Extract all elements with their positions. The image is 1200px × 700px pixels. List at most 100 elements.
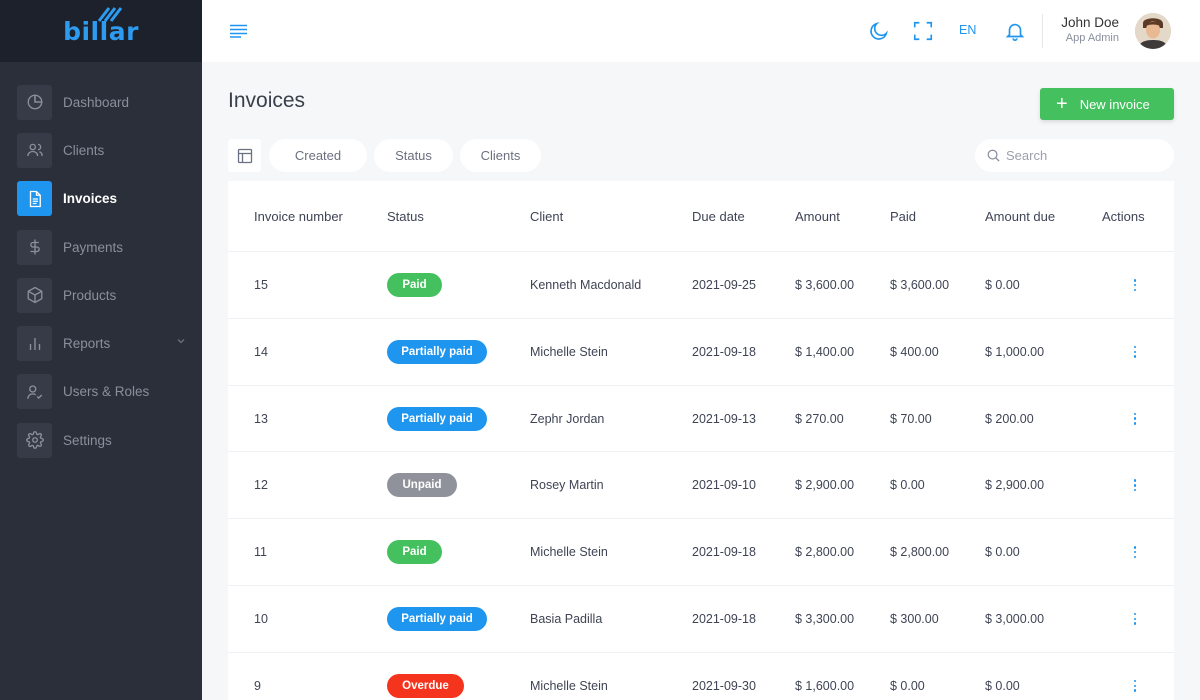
invoice-number: 9 [254,678,261,693]
column-header-amount-due[interactable]: Amount due [985,209,1055,224]
column-header-actions: Actions [1102,209,1145,224]
sidebar-item-label: Products [63,287,117,303]
invoice-number: 14 [254,344,268,359]
users-icon [17,132,52,168]
table-row[interactable]: 9 Overdue Michelle Stein 2021-09-30 $ 1,… [228,653,1174,700]
chevron-down-icon [177,339,185,344]
row-actions-kebab-icon[interactable] [1131,345,1139,359]
user-avatar-icon [1135,13,1171,49]
amount-due: $ 0.00 [985,545,1020,560]
column-header-amount[interactable]: Amount [795,209,840,224]
client-name: Michelle Stein [530,678,608,693]
sidebar-item-label: Dashboard [63,94,130,110]
amount-due: $ 0.00 [985,678,1020,693]
amount: $ 1,400.00 [795,344,855,359]
sidebar-item-label: Settings [63,432,112,448]
search-box [975,139,1174,172]
column-header-due-date[interactable]: Due date [692,209,745,224]
table-row[interactable]: 14 Partially paid Michelle Stein 2021-09… [228,319,1174,386]
paid: $ 0.00 [890,678,925,693]
dark-mode-moon-icon[interactable] [868,20,890,42]
user-check-icon [17,374,52,410]
paid: $ 0.00 [890,478,925,493]
invoice-number: 15 [254,278,268,292]
paid: $ 3,600.00 [890,278,950,292]
avatar[interactable] [1135,13,1171,49]
new-invoice-button[interactable]: + New invoice [1040,88,1174,120]
menu-toggle-icon[interactable] [229,24,248,38]
due-date: 2021-09-18 [692,545,756,560]
status-badge: Partially paid [387,606,487,631]
sidebar-item-reports[interactable]: Reports [0,319,202,367]
paid: $ 400.00 [890,344,939,359]
due-date: 2021-09-18 [692,611,756,626]
paid: $ 2,800.00 [890,545,950,560]
amount: $ 3,600.00 [795,278,855,292]
user-role: App Admin [1065,32,1119,44]
filter-chip-status[interactable]: Status [374,139,453,172]
sidebar-item-label: Reports [63,336,111,352]
amount-due: $ 1,000.00 [985,344,1045,359]
logo-mark-icon [97,6,123,22]
table-row[interactable]: 11 Paid Michelle Stein 2021-09-18 $ 2,80… [228,519,1174,586]
brand[interactable]: billar [0,0,202,62]
sidebar-item-clients[interactable]: Clients [0,126,202,174]
status-badge: Overdue [387,673,464,698]
sidebar-item-settings[interactable]: Settings [0,416,202,464]
status-badge: Paid [387,273,442,297]
layout-icon [237,148,252,163]
dollar-icon [17,229,52,265]
column-layout-button[interactable] [228,139,261,172]
sidebar-item-users-roles[interactable]: Users & Roles [0,368,202,416]
table-header: Invoice number Status Client Due date Am… [228,181,1174,252]
sidebar-item-payments[interactable]: Payments [0,223,202,271]
bell-icon[interactable] [1004,20,1026,42]
sidebar-nav: Dashboard Clients Invoices Payments Prod… [0,78,202,464]
amount: $ 3,300.00 [795,611,855,626]
column-header-invoice-number[interactable]: Invoice number [254,209,343,224]
sidebar-item-dashboard[interactable]: Dashboard [0,78,202,126]
row-actions-kebab-icon[interactable] [1131,478,1139,492]
pie-chart-icon [17,84,52,120]
search-input[interactable] [1006,148,1166,163]
invoice-number: 11 [254,545,267,560]
language-switcher[interactable]: EN [959,23,976,37]
column-header-paid[interactable]: Paid [890,209,916,224]
table-row[interactable]: 15 Paid Kenneth Macdonald 2021-09-25 $ 3… [228,252,1174,319]
client-name: Michelle Stein [530,344,608,359]
status-badge: Unpaid [387,473,457,498]
due-date: 2021-09-30 [692,678,756,693]
row-actions-kebab-icon[interactable] [1131,545,1139,559]
search-icon [987,149,1000,162]
amount: $ 2,900.00 [795,478,855,493]
paid: $ 70.00 [890,411,932,426]
table-row[interactable]: 10 Partially paid Basia Padilla 2021-09-… [228,586,1174,653]
due-date: 2021-09-10 [692,478,756,493]
row-actions-kebab-icon[interactable] [1131,412,1139,426]
row-actions-kebab-icon[interactable] [1131,278,1139,292]
sidebar-item-invoices[interactable]: Invoices [0,175,202,223]
column-header-client[interactable]: Client [530,209,563,224]
sidebar-item-products[interactable]: Products [0,271,202,319]
table-row[interactable]: 12 Unpaid Rosey Martin 2021-09-10 $ 2,90… [228,452,1174,520]
client-name: Kenneth Macdonald [530,278,642,292]
filter-chip-created[interactable]: Created [269,139,367,172]
status-badge: Partially paid [387,339,487,364]
topbar: EN John Doe App Admin [202,0,1200,62]
invoice-number: 10 [254,611,268,626]
paid: $ 300.00 [890,611,939,626]
amount: $ 270.00 [795,411,844,426]
table-row[interactable]: 13 Partially paid Zephr Jordan 2021-09-1… [228,386,1174,453]
filter-chip-clients[interactable]: Clients [460,139,541,172]
amount: $ 2,800.00 [795,545,855,560]
row-actions-kebab-icon[interactable] [1131,679,1139,693]
client-name: Rosey Martin [530,478,604,493]
fullscreen-icon[interactable] [912,20,934,42]
amount-due: $ 200.00 [985,411,1034,426]
amount: $ 1,600.00 [795,678,855,693]
column-header-status[interactable]: Status [387,209,424,224]
sidebar-item-label: Users & Roles [63,384,150,400]
user-name[interactable]: John Doe [1061,15,1119,30]
row-actions-kebab-icon[interactable] [1131,612,1139,626]
amount-due: $ 3,000.00 [985,611,1045,626]
